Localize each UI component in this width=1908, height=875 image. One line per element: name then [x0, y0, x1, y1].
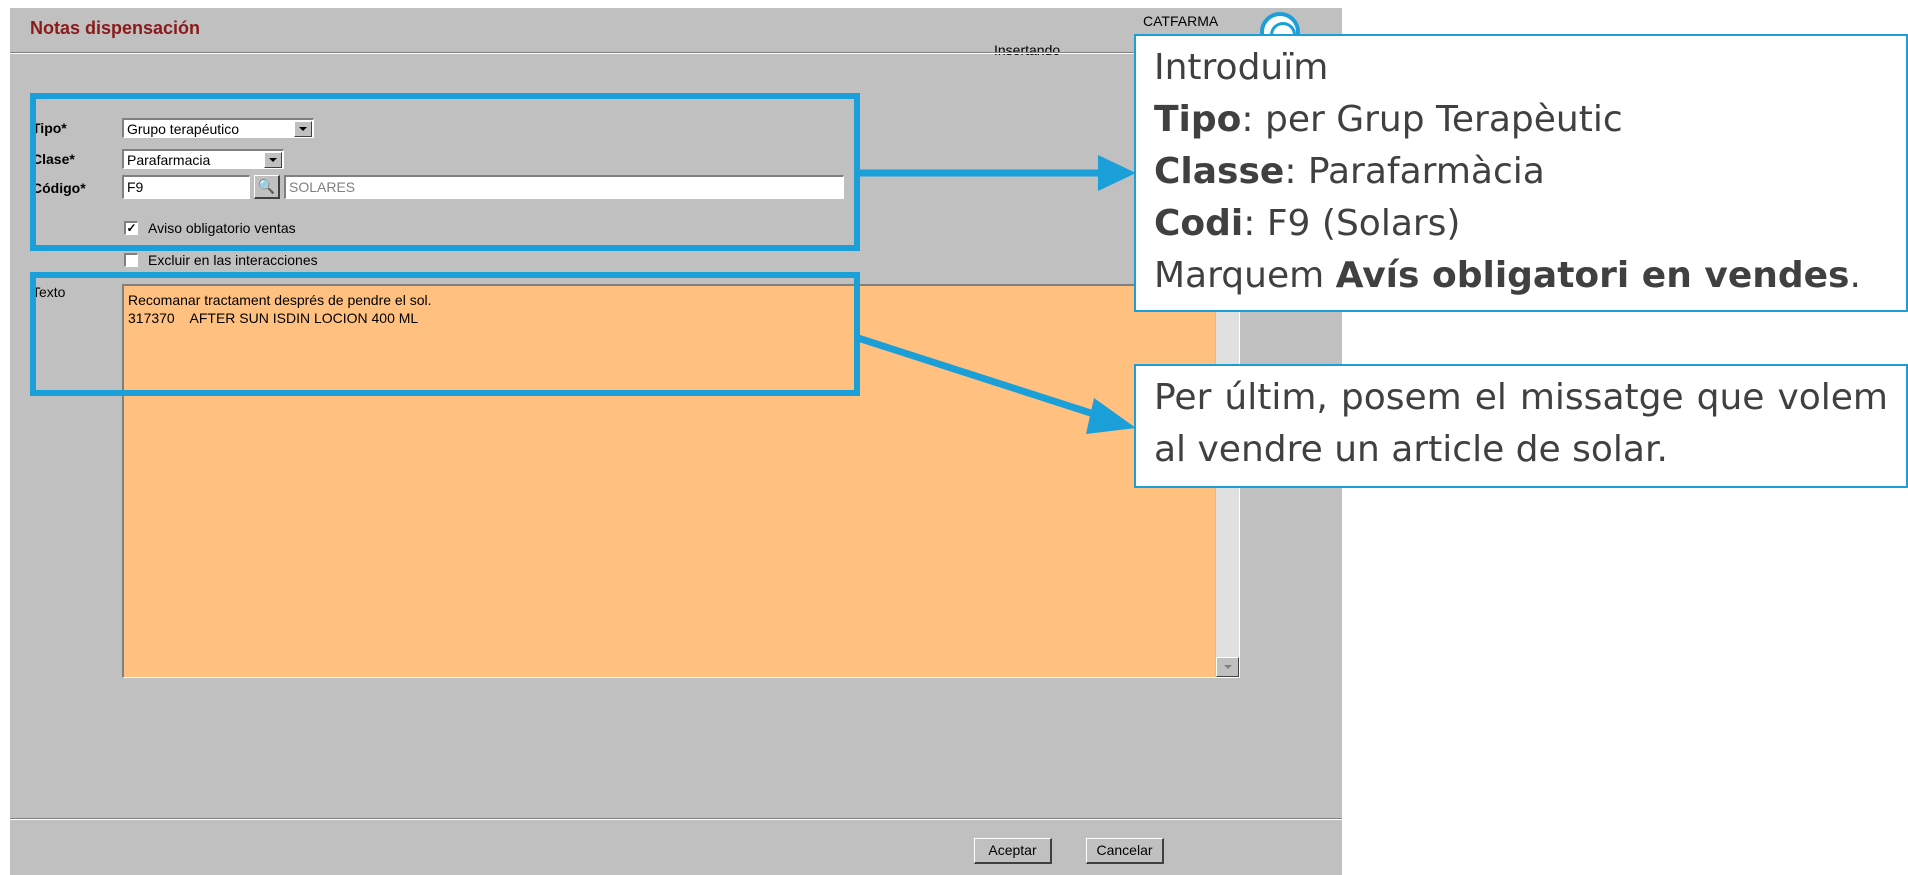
- callout-codi-rest: : F9 (Solars): [1243, 203, 1461, 244]
- arrow-head-1: [1098, 155, 1136, 191]
- callout-avis-key: Avís obligatori en vendes: [1335, 255, 1850, 296]
- callout-tipo-rest: : per Grup Terapèutic: [1241, 99, 1623, 140]
- callout-classe-key: Classe: [1154, 151, 1285, 192]
- arrow-head-2: [1086, 398, 1136, 434]
- callout-marquem: Marquem: [1154, 255, 1336, 296]
- message-callout: Per últim, posem el missatge que volem a…: [1134, 364, 1908, 488]
- callout-tipo-line: Tipo: per Grup Terapèutic: [1154, 94, 1888, 146]
- callout-avis-end: .: [1849, 255, 1861, 296]
- callout-classe-line: Classe: Parafarmàcia: [1154, 146, 1888, 198]
- callout-tipo-key: Tipo: [1154, 99, 1242, 140]
- instruction-callout: Introduïm Tipo: per Grup Terapèutic Clas…: [1134, 34, 1908, 312]
- callout-codi-key: Codi: [1154, 203, 1244, 244]
- callout-classe-rest: : Parafarmàcia: [1284, 151, 1545, 192]
- callout-avis-line: Marquem Avís obligatori en vendes.: [1154, 250, 1888, 302]
- callout-intro: Introduïm: [1154, 47, 1329, 88]
- callout-codi-line: Codi: F9 (Solars): [1154, 198, 1888, 250]
- callout2-text: Per últim, posem el missatge que volem a…: [1154, 377, 1888, 470]
- arrow-line-2: [856, 334, 1102, 420]
